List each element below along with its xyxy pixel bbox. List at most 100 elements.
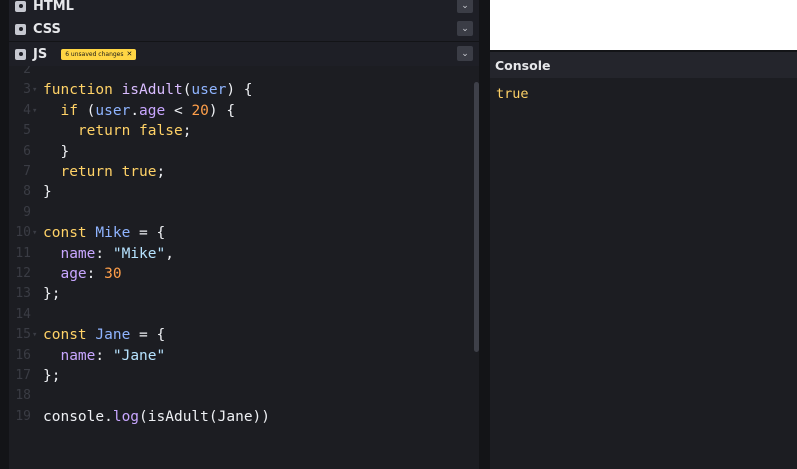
css-panel-title: CSS (33, 21, 61, 37)
editor-area: HTML ⌄ CSS ⌄ JS 6 unsaved changes ✕ ⌄ 2 3… (0, 0, 481, 469)
code-line[interactable]: 8} (9, 182, 469, 202)
code-line[interactable]: 13}; (9, 284, 469, 304)
code-line[interactable]: 17}; (9, 366, 469, 386)
code-text: name: "Mike", (43, 244, 174, 264)
code-token: } (43, 143, 70, 160)
code-token: }; (43, 286, 61, 303)
line-number: 17 (15, 368, 31, 383)
code-token: ; (156, 164, 166, 180)
code-token: ( (139, 408, 148, 425)
code-token: = { (130, 327, 166, 344)
code-token: isAdult (121, 82, 183, 99)
code-token: name (43, 347, 96, 364)
code-token: : (86, 266, 105, 282)
editor-scrollbar[interactable] (474, 82, 479, 352)
code-line[interactable]: 9 (9, 203, 469, 223)
code-text: } (43, 182, 52, 202)
console-title: Console (495, 57, 551, 73)
code-token: true (121, 164, 157, 180)
code-token: } (43, 184, 52, 201)
html-panel-title: HTML (33, 0, 74, 14)
code-line[interactable]: 19 console.log(isAdult(Jane)) (9, 407, 469, 427)
chevron-down-icon[interactable]: ⌄ (457, 0, 473, 13)
code-token: return (43, 123, 140, 140)
code-line[interactable]: 11 name: "Mike", (9, 244, 469, 264)
css-panel-header[interactable]: CSS ⌄ (9, 17, 479, 41)
line-number: 16 (15, 347, 31, 363)
code-text: age: 30 (43, 264, 122, 284)
code-token: Jane (95, 327, 131, 344)
console-header: Console (490, 52, 797, 78)
console-body: true (490, 78, 797, 469)
unsaved-changes-text: 6 unsaved changes (65, 50, 124, 58)
code-text: }; (43, 284, 60, 304)
fold-arrow-icon[interactable]: ▾ (32, 325, 37, 345)
code-token: user (95, 102, 131, 119)
code-line[interactable]: 7 return true; (9, 162, 469, 182)
gear-icon[interactable] (15, 0, 26, 12)
code-text: name: "Jane" (43, 346, 165, 366)
code-token: const (43, 327, 96, 344)
fold-arrow-icon[interactable]: ▾ (32, 223, 37, 243)
code-token: = { (130, 225, 166, 242)
code-line[interactable]: 16 name: "Jane" (9, 346, 469, 366)
console-output: true (496, 86, 529, 102)
code-token: , (165, 245, 174, 262)
code-token: )) (252, 408, 271, 425)
code-token: "Jane" (112, 347, 166, 364)
code-token: 30 (104, 266, 122, 282)
line-number: 8 (23, 184, 31, 200)
code-line[interactable]: 3 ▾ function isAdult(user) { (9, 80, 469, 100)
line-number: 11 (15, 245, 31, 261)
code-token: age (43, 266, 87, 282)
code-token: name (43, 245, 96, 262)
js-code-editor[interactable]: 2 3 ▾ function isAdult(user) {4 ▾ if (user.a… (9, 66, 479, 469)
code-token: . (130, 102, 140, 119)
line-number: 4 (23, 102, 31, 118)
code-token: isAdult (147, 408, 209, 425)
line-number: 3 (23, 82, 31, 98)
js-panel-title: JS (33, 46, 48, 62)
code-token: : (95, 245, 113, 262)
code-line[interactable]: 6 } (9, 142, 469, 162)
unsaved-changes-badge[interactable]: 6 unsaved changes ✕ (61, 48, 137, 60)
line-number: 9 (23, 204, 31, 220)
line-number: 19 (15, 408, 31, 424)
code-token: console (43, 408, 105, 425)
code-token: return (43, 164, 122, 180)
fold-arrow-icon[interactable]: ▾ (32, 80, 37, 100)
code-line[interactable]: 4 ▾ if (user.age < 20) { (9, 101, 469, 121)
chevron-down-icon[interactable]: ⌄ (457, 21, 473, 36)
code-text: return true; (43, 162, 165, 182)
gear-icon[interactable] (15, 48, 26, 60)
line-number: 15 (15, 327, 31, 343)
line-number: 7 (23, 164, 31, 179)
code-token: ; (182, 123, 192, 140)
code-token: age (139, 102, 166, 119)
code-line[interactable]: 2 (9, 66, 469, 80)
code-token: ) { (226, 82, 253, 99)
html-panel-header[interactable]: HTML ⌄ (9, 0, 479, 18)
line-number: 13 (15, 286, 31, 302)
fold-arrow-icon[interactable]: ▾ (32, 101, 37, 121)
code-token: : (95, 347, 113, 364)
code-text: } (43, 142, 69, 162)
code-line[interactable]: 10 ▾ const Mike = { (9, 223, 469, 243)
close-icon[interactable]: ✕ (127, 50, 133, 58)
line-number: 5 (23, 123, 31, 139)
js-panel-header[interactable]: JS 6 unsaved changes ✕ ⌄ (9, 42, 479, 66)
code-token: function (43, 82, 122, 99)
code-line[interactable]: 18 (9, 386, 469, 406)
code-line[interactable]: 5 return false; (9, 121, 469, 141)
code-line[interactable]: 12 age: 30 (9, 264, 469, 284)
code-token: user (191, 82, 227, 99)
gear-icon[interactable] (15, 23, 26, 35)
code-line[interactable]: 15 ▾ const Jane = { (9, 325, 469, 345)
code-line[interactable]: 14 (9, 305, 469, 325)
code-token: log (112, 408, 140, 425)
chevron-down-icon[interactable]: ⌄ (457, 46, 473, 61)
code-text: }; (43, 366, 60, 386)
line-number: 6 (23, 143, 31, 159)
code-token: ) { (208, 102, 236, 119)
code-token: }; (43, 368, 61, 384)
